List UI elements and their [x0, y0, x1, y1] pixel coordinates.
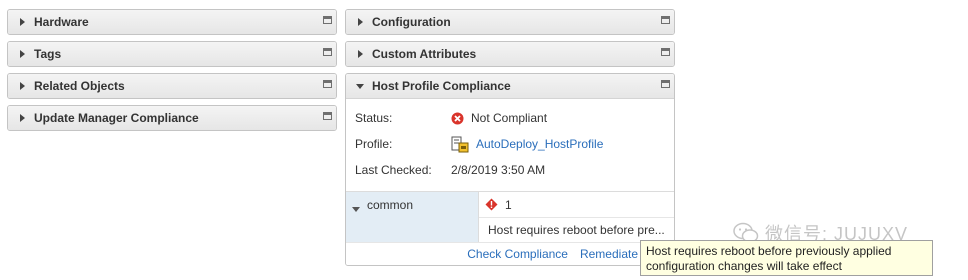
portlet-title: Update Manager Compliance [34, 111, 199, 125]
profile-link[interactable]: AutoDeploy_HostProfile [476, 137, 603, 151]
issue-tooltip: Host requires reboot before previously a… [640, 240, 933, 276]
compliance-actions: Check Compliance Remediate [346, 242, 674, 265]
profile-label: Profile: [355, 137, 393, 151]
chevron-right-icon[interactable] [14, 114, 30, 122]
left-column: Hardware Tags Related Objects Update Man… [7, 9, 337, 137]
issue-count: 1 [505, 197, 512, 212]
portlet-header-update-manager-compliance[interactable]: Update Manager Compliance [8, 106, 336, 130]
maximize-icon[interactable] [661, 16, 670, 24]
profile-value-container: AutoDeploy_HostProfile [451, 135, 603, 153]
maximize-icon[interactable] [323, 112, 332, 120]
portlet-header-hardware[interactable]: Hardware [8, 10, 336, 34]
portlet-header-custom-attributes[interactable]: Custom Attributes [346, 42, 674, 66]
status-value: Not Compliant [471, 111, 548, 125]
maximize-icon[interactable] [661, 48, 670, 56]
chevron-right-icon[interactable] [14, 82, 30, 90]
maximize-icon[interactable] [323, 80, 332, 88]
portlet-title: Tags [34, 47, 62, 61]
portlet-title: Hardware [34, 15, 89, 29]
status-label: Status: [355, 111, 393, 125]
portlet-related-objects: Related Objects [7, 73, 337, 99]
portlet-host-profile-compliance: Host Profile Compliance Status: Not Comp… [345, 73, 675, 266]
chevron-right-icon[interactable] [14, 18, 30, 26]
issue-count-row: 1 [479, 192, 674, 218]
portlet-custom-attributes: Custom Attributes [345, 41, 675, 67]
last-checked-label: Last Checked: [355, 163, 432, 177]
portlet-title: Related Objects [34, 79, 125, 93]
last-checked-value: 2/8/2019 3:50 AM [451, 163, 546, 177]
profile-row: Profile: AutoDeploy_HostProfile [346, 131, 674, 157]
portlet-header-tags[interactable]: Tags [8, 42, 336, 66]
portlet-configuration: Configuration [345, 9, 675, 35]
maximize-icon[interactable] [661, 80, 670, 88]
portlet-header-host-profile-compliance[interactable]: Host Profile Compliance [346, 74, 674, 99]
chevron-right-icon[interactable] [352, 18, 368, 26]
warning-diamond-icon [485, 198, 498, 211]
status-value-container: Not Compliant [451, 111, 547, 125]
chevron-right-icon[interactable] [14, 50, 30, 58]
right-column: Configuration Custom Attributes Host Pro… [345, 9, 675, 272]
host-profile-icon [451, 135, 469, 153]
group-name: common [367, 198, 414, 212]
group-cell[interactable]: common [346, 192, 478, 242]
chevron-down-icon[interactable] [352, 82, 368, 90]
chevron-right-icon[interactable] [352, 50, 368, 58]
status-row: Status: Not Compliant [346, 105, 674, 131]
issue-text-row[interactable]: Host requires reboot before pre... [479, 218, 674, 242]
host-profile-compliance-body: Status: Not Compliant Profile: AutoDeplo… [346, 99, 674, 265]
check-compliance-link[interactable]: Check Compliance [467, 247, 568, 261]
remediate-link[interactable]: Remediate [580, 247, 638, 261]
maximize-icon[interactable] [323, 16, 332, 24]
portlet-tags: Tags [7, 41, 337, 67]
issue-text: Host requires reboot before pre... [488, 223, 665, 237]
chevron-down-icon[interactable] [352, 202, 360, 216]
last-checked-row: Last Checked: 2/8/2019 3:50 AM [346, 157, 674, 183]
maximize-icon[interactable] [323, 48, 332, 56]
portlet-title: Custom Attributes [372, 47, 477, 61]
compliance-grid: common 1 Host requires reboot before pre… [346, 191, 674, 242]
issue-cell: 1 Host requires reboot before pre... [478, 192, 674, 242]
portlet-hardware: Hardware [7, 9, 337, 35]
portlet-header-configuration[interactable]: Configuration [346, 10, 674, 34]
portlet-title: Host Profile Compliance [372, 79, 511, 93]
portlet-title: Configuration [372, 15, 451, 29]
portlet-update-manager-compliance: Update Manager Compliance [7, 105, 337, 131]
portlet-header-related-objects[interactable]: Related Objects [8, 74, 336, 98]
error-circle-icon [451, 112, 464, 125]
